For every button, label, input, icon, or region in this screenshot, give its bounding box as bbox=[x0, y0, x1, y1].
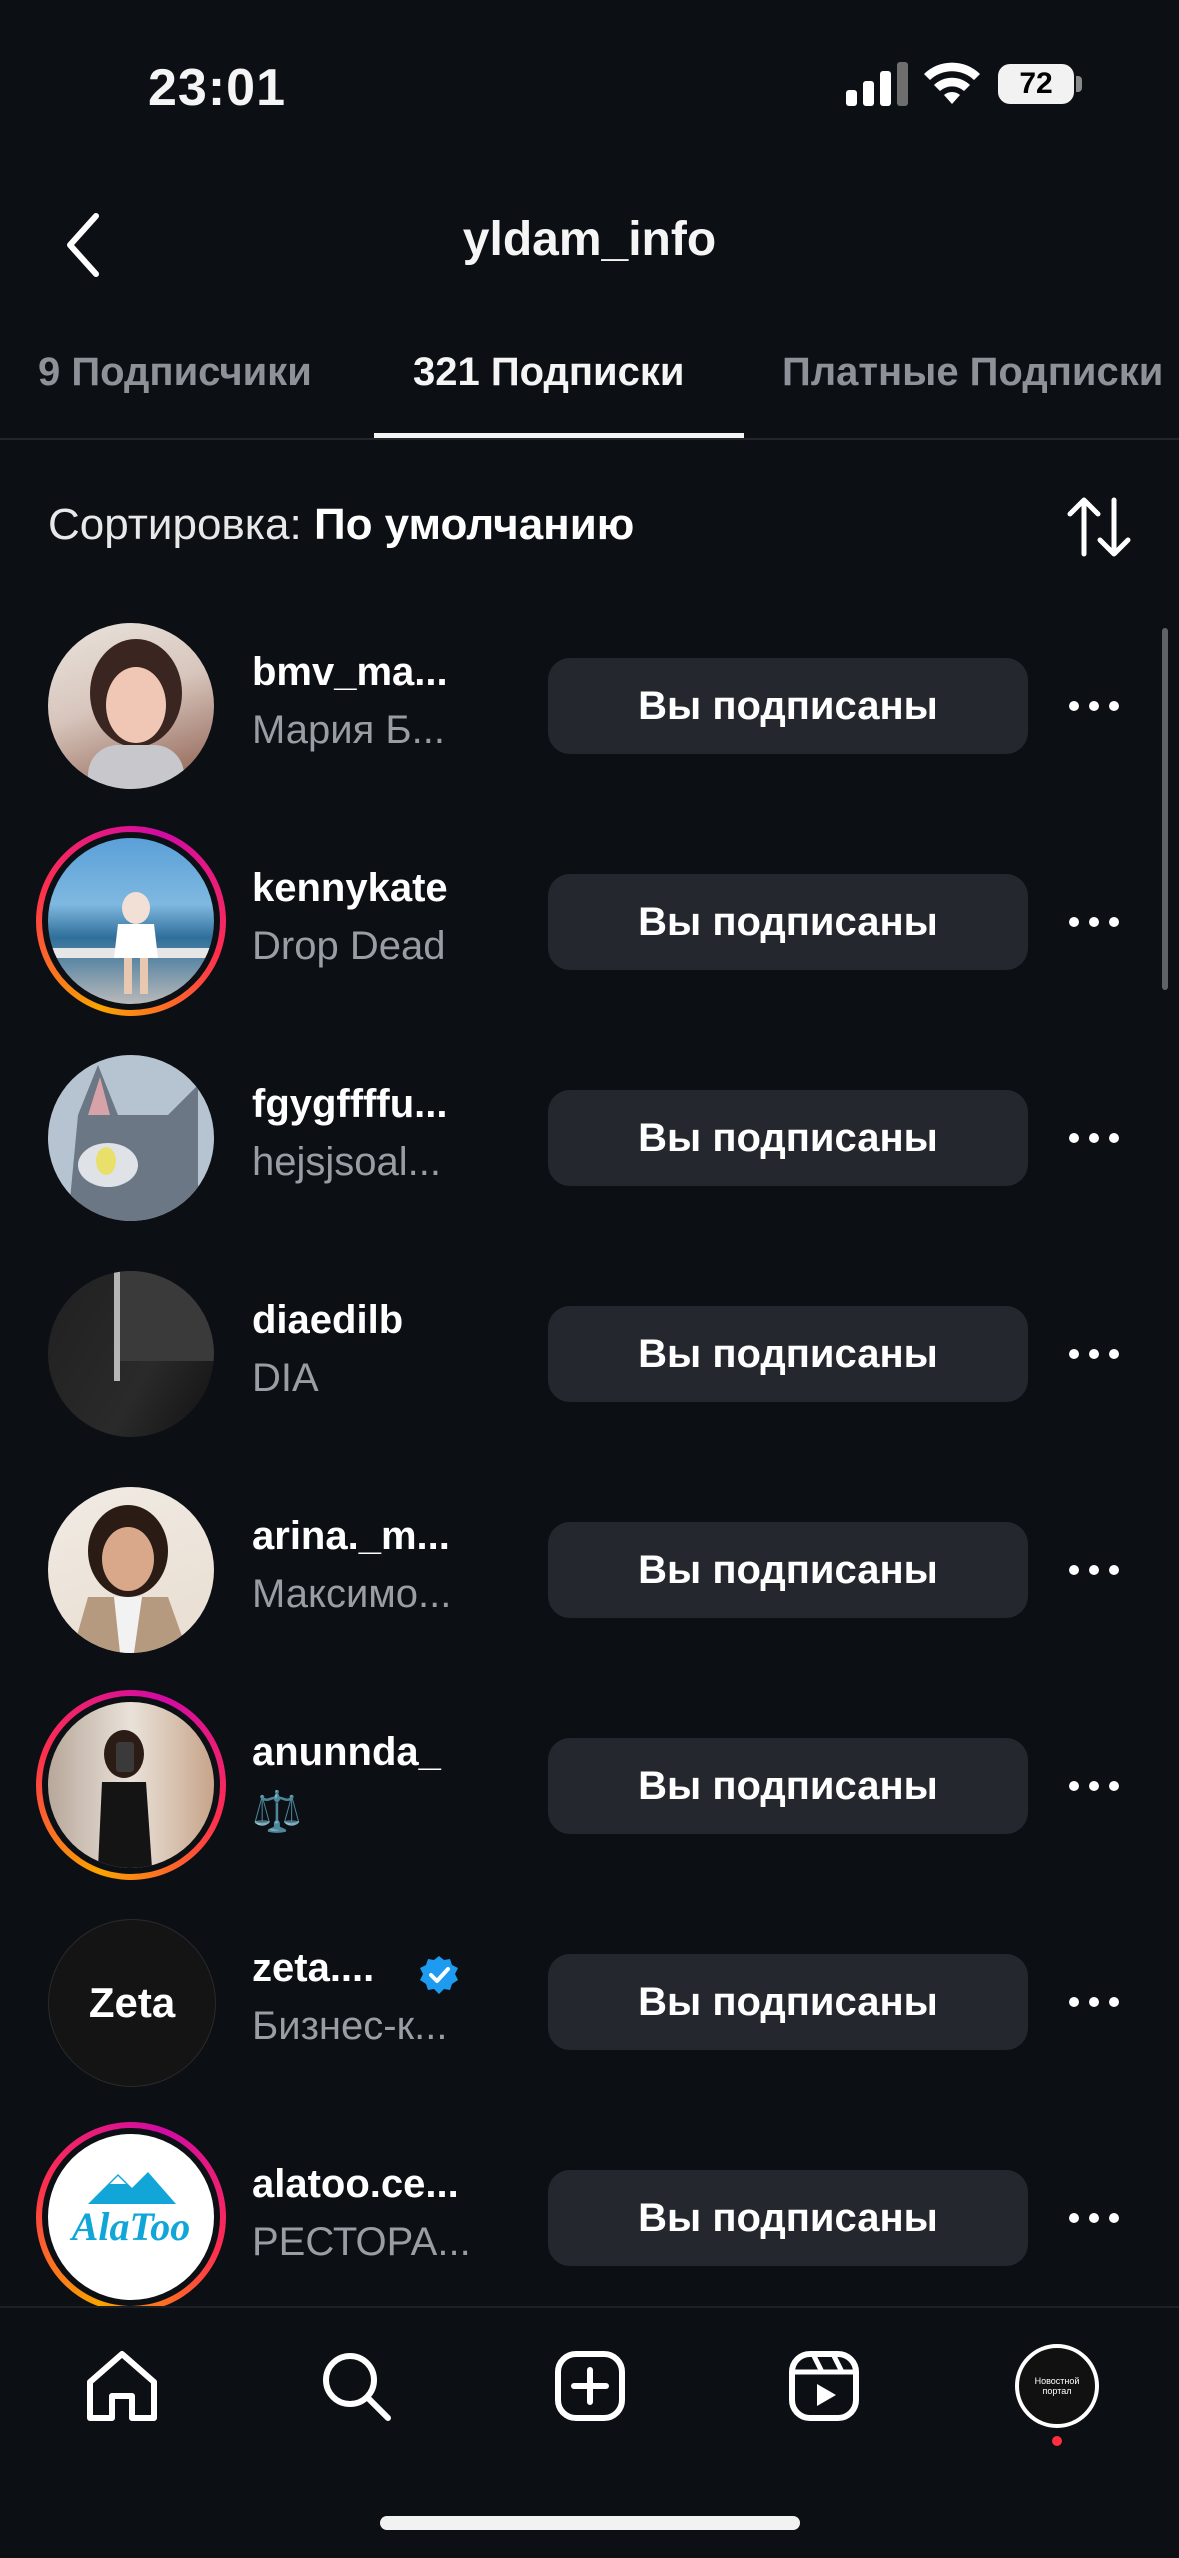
username[interactable]: bmv_ma... bbox=[252, 650, 448, 695]
avatar bbox=[48, 1702, 214, 1868]
following-button[interactable]: Вы подписаны bbox=[548, 1522, 1028, 1618]
username[interactable]: alatoo.ce... bbox=[252, 2162, 459, 2207]
following-button[interactable]: Вы подписаны bbox=[548, 1306, 1028, 1402]
avatar[interactable] bbox=[48, 1271, 214, 1437]
more-options-icon[interactable] bbox=[1066, 696, 1122, 716]
following-button[interactable]: Вы подписаны bbox=[548, 1954, 1028, 2050]
list-item[interactable]: diaedilb DIA Вы подписаны bbox=[0, 1246, 1179, 1462]
home-indicator bbox=[380, 2516, 800, 2530]
full-name: Drop Dead bbox=[252, 924, 446, 968]
avatar-photo bbox=[114, 1271, 214, 1381]
username[interactable]: diaedilb bbox=[252, 1298, 403, 1343]
avatar[interactable] bbox=[48, 1055, 214, 1221]
page-title: yldam_info bbox=[462, 213, 717, 266]
avatar-photo bbox=[88, 639, 184, 789]
tab-following[interactable]: 321 Подписки bbox=[413, 350, 685, 395]
battery-icon: 72 bbox=[998, 64, 1074, 104]
list-item[interactable]: fgygffffu... hejsjsoal... Вы подписаны bbox=[0, 1030, 1179, 1246]
list-item[interactable]: AlaToo alatoo.ce... РЕСТОРА... Вы подпис… bbox=[0, 2110, 1179, 2326]
alatoo-logo-text: AlaToo bbox=[69, 2204, 191, 2249]
home-icon[interactable] bbox=[82, 2346, 162, 2426]
following-button[interactable]: Вы подписаны bbox=[548, 1738, 1028, 1834]
avatar-photo bbox=[48, 892, 214, 994]
more-options-icon[interactable] bbox=[1066, 2208, 1122, 2228]
full-name: РЕСТОРА... bbox=[252, 2220, 471, 2264]
list-item[interactable]: bmv_ma... Мария Б... Вы подписаны bbox=[0, 598, 1179, 814]
full-name: Мария Б... bbox=[252, 708, 445, 752]
full-name: DIA bbox=[252, 1356, 319, 1400]
avatar-photo bbox=[72, 1505, 188, 1653]
tab-followers[interactable]: 9 Подписчики bbox=[38, 350, 312, 395]
more-options-icon[interactable] bbox=[1066, 1776, 1122, 1796]
profile-avatar-text: Новостной портал bbox=[1034, 2376, 1080, 2396]
username[interactable]: arina._m... bbox=[252, 1514, 450, 1559]
following-button[interactable]: Вы подписаны bbox=[548, 1090, 1028, 1186]
reels-icon[interactable] bbox=[784, 2346, 864, 2426]
cellular-signal-icon bbox=[846, 62, 908, 106]
sort-label: Сортировка: bbox=[48, 500, 314, 549]
profile-avatar[interactable]: Новостной портал bbox=[1015, 2344, 1099, 2428]
avatar bbox=[48, 838, 214, 1004]
verified-badge-icon bbox=[420, 1956, 458, 1994]
more-options-icon[interactable] bbox=[1066, 1128, 1122, 1148]
full-name: Максимо... bbox=[252, 1572, 452, 1616]
avatar-photo bbox=[98, 1730, 152, 1868]
following-button[interactable]: Вы подписаны bbox=[548, 2170, 1028, 2266]
username[interactable]: anunnda_ bbox=[252, 1730, 441, 1775]
username[interactable]: zeta.... bbox=[252, 1946, 374, 1991]
full-name: ⚖️ bbox=[252, 1790, 302, 1834]
following-button[interactable]: Вы подписаны bbox=[548, 874, 1028, 970]
more-options-icon[interactable] bbox=[1066, 1344, 1122, 1364]
sort-value: По умолчанию bbox=[313, 500, 635, 549]
notification-dot bbox=[1052, 2436, 1062, 2446]
avatar[interactable] bbox=[48, 623, 214, 789]
avatar[interactable]: Zeta bbox=[48, 1919, 216, 2087]
tabs-divider bbox=[0, 438, 1179, 440]
scrollbar[interactable] bbox=[1162, 628, 1168, 990]
story-ring[interactable]: AlaToo bbox=[36, 2122, 226, 2312]
tab-paid-subscriptions[interactable]: Платные Подписки bbox=[782, 350, 1163, 395]
more-options-icon[interactable] bbox=[1066, 912, 1122, 932]
full-name: Бизнес-к... bbox=[252, 2004, 448, 2048]
alatoo-logo: AlaToo bbox=[69, 2172, 191, 2249]
create-post-icon[interactable] bbox=[550, 2346, 630, 2426]
search-icon[interactable] bbox=[316, 2346, 396, 2426]
sort-control[interactable]: Сортировка: По умолчанию bbox=[48, 500, 634, 550]
wifi-icon bbox=[924, 62, 980, 104]
sort-arrows-icon[interactable] bbox=[1064, 492, 1134, 562]
list-item[interactable]: Zeta zeta.... Бизнес-к... Вы подписаны bbox=[0, 1894, 1179, 2110]
avatar-photo bbox=[68, 1065, 198, 1221]
status-time: 23:01 bbox=[148, 59, 286, 117]
list-item[interactable]: anunnda_ ⚖️ Вы подписаны bbox=[0, 1678, 1179, 1894]
username[interactable]: kennykate bbox=[252, 866, 448, 911]
more-options-icon[interactable] bbox=[1066, 1560, 1122, 1580]
story-ring[interactable] bbox=[36, 1690, 226, 1880]
battery-nub bbox=[1076, 76, 1082, 92]
full-name: hejsjsoal... bbox=[252, 1140, 441, 1184]
list-item[interactable]: arina._m... Максимо... Вы подписаны bbox=[0, 1462, 1179, 1678]
zeta-logo-text: Zeta bbox=[88, 1979, 176, 2026]
story-ring[interactable] bbox=[36, 826, 226, 1016]
avatar[interactable] bbox=[48, 1487, 214, 1653]
more-options-icon[interactable] bbox=[1066, 1992, 1122, 2012]
following-button[interactable]: Вы подписаны bbox=[548, 658, 1028, 754]
list-item[interactable]: kennykate Drop Dead Вы подписаны bbox=[0, 814, 1179, 1030]
avatar: AlaToo bbox=[48, 2134, 214, 2300]
username[interactable]: fgygffffu... bbox=[252, 1082, 448, 1127]
